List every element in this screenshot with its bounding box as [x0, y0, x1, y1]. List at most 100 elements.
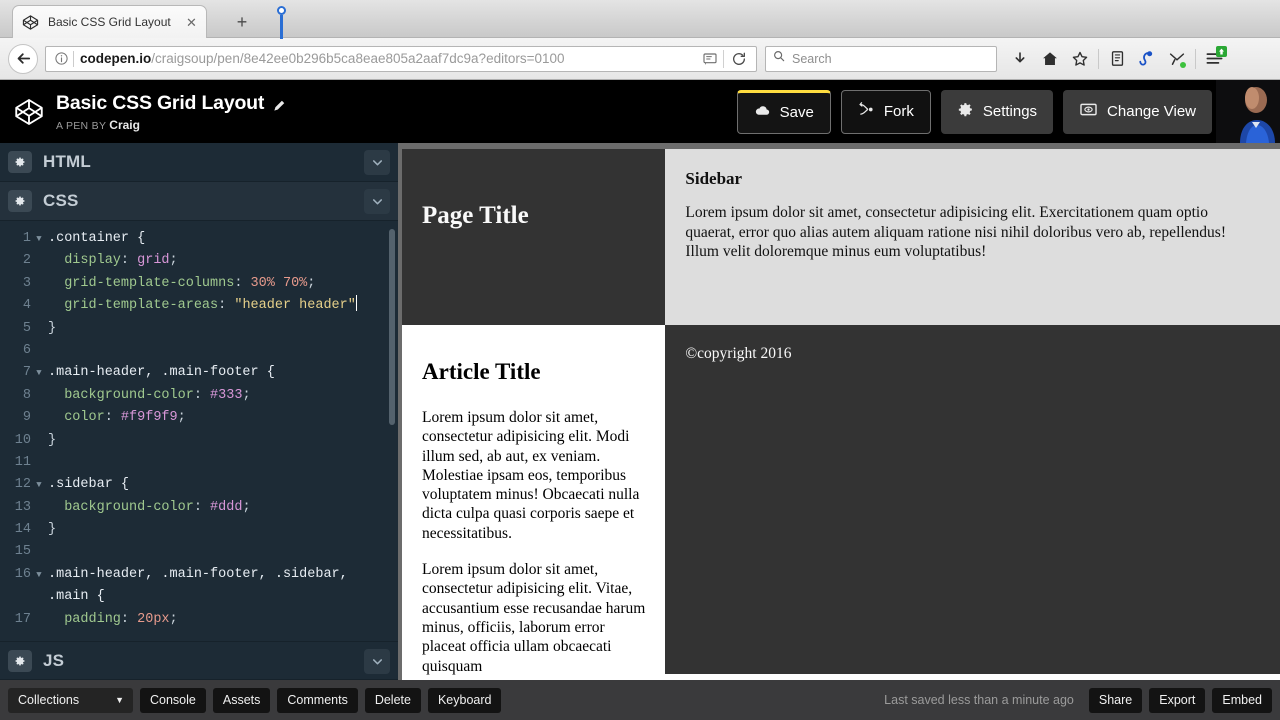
cloud-icon [754, 102, 771, 123]
settings-button[interactable]: Settings [940, 89, 1054, 134]
gear-icon[interactable] [8, 151, 32, 173]
preview-pane[interactable]: Page Title Sidebar Lorem ipsum dolor sit… [400, 143, 1280, 680]
keyboard-button[interactable]: Keyboard [427, 687, 502, 713]
css-code-editor[interactable]: 1 ▼ .container {2 display: grid; 3 grid-tem… [0, 221, 398, 641]
gear-icon[interactable] [8, 649, 32, 672]
code-line[interactable]: 10} [0, 430, 398, 452]
close-icon[interactable]: ✕ [183, 14, 200, 31]
code-line[interactable]: 5} [0, 318, 398, 340]
line-number: 1 [22, 231, 31, 246]
reload-icon[interactable] [726, 51, 752, 67]
code-text: } [48, 320, 57, 336]
line-number: 2 [22, 253, 31, 269]
code-line[interactable]: 12 ▼ .sidebar { [0, 474, 398, 496]
code-line[interactable]: 9 color: #f9f9f9; [0, 407, 398, 429]
code-line[interactable]: 15 [0, 541, 398, 563]
code-lines[interactable]: 1 ▼ .container {2 display: grid; 3 grid-tem… [0, 221, 398, 641]
delete-button[interactable]: Delete [364, 687, 421, 713]
pencil-icon[interactable] [272, 96, 286, 111]
browser-tab[interactable]: Basic CSS Grid Layout ✕ [12, 5, 207, 38]
code-line[interactable]: 6 [0, 340, 398, 362]
avatar[interactable] [1216, 80, 1280, 143]
chevron-down-icon[interactable] [364, 649, 390, 674]
code-text: } [48, 522, 57, 538]
fold-triangle-icon[interactable]: ▼ [33, 564, 45, 586]
export-button[interactable]: Export [1149, 687, 1206, 713]
gear-icon[interactable] [8, 190, 32, 212]
line-number: 9 [22, 410, 31, 426]
pocket-icon[interactable] [1162, 44, 1192, 74]
info-circle-icon[interactable] [50, 51, 72, 66]
code-line[interactable]: 8 background-color: #333; [0, 385, 398, 407]
line-number: 16 [14, 566, 31, 582]
code-line[interactable]: 11 [0, 452, 398, 474]
line-number [0, 586, 33, 608]
code-line[interactable]: 7 ▼ .main-header, .main-footer { [0, 362, 398, 384]
code-line[interactable]: 14} [0, 519, 398, 541]
editor-header-js[interactable]: JS [0, 641, 398, 680]
back-arrow-icon[interactable] [8, 43, 38, 74]
change-view-button[interactable]: Change View [1063, 89, 1212, 134]
reader-view-icon[interactable] [699, 51, 721, 67]
code-text: grid-template-areas: "header header" [45, 295, 398, 317]
fork-button[interactable]: Fork [840, 89, 931, 134]
preview-sidebar-title: Sidebar [685, 169, 743, 188]
code-text: .container { [48, 231, 146, 246]
editor-header-css[interactable]: CSS [0, 182, 398, 221]
code-text: background-color: #333; [64, 387, 251, 403]
console-button[interactable]: Console [140, 687, 206, 713]
code-line[interactable]: .main { [0, 586, 398, 608]
url-bar[interactable]: codepen.io/craigsoup/pen/8e42ee0b296b5ca… [45, 45, 757, 72]
library-icon[interactable] [1102, 44, 1132, 74]
editor-scrollbar[interactable] [389, 229, 395, 425]
sync-icon[interactable] [1132, 44, 1162, 74]
collections-dropdown[interactable]: Collections ▼ [8, 687, 133, 713]
fold-triangle-icon[interactable]: ▼ [33, 228, 45, 250]
code-text: .main { [48, 589, 105, 605]
browser-navbar: codepen.io/craigsoup/pen/8e42ee0b296b5ca… [0, 38, 1280, 80]
editor-header-html[interactable]: HTML [0, 143, 398, 182]
code-line[interactable]: 17 padding: 20px; [0, 609, 398, 631]
preview-article-paragraph-2: Lorem ipsum dolor sit amet, consectetur … [422, 561, 646, 675]
home-icon[interactable] [1035, 44, 1065, 74]
url-text[interactable]: codepen.io/craigsoup/pen/8e42ee0b296b5ca… [80, 51, 699, 66]
line-number: 12 [14, 477, 31, 493]
code-line[interactable]: 1 ▼ .container { [0, 228, 398, 250]
downloads-icon[interactable] [1005, 44, 1035, 74]
preview-copyright: ©copyright 2016 [685, 345, 792, 362]
fold-triangle-icon[interactable]: ▼ [33, 474, 45, 496]
assets-button[interactable]: Assets [212, 687, 271, 713]
chevron-down-icon[interactable] [364, 150, 390, 175]
gear-icon [957, 101, 974, 122]
fold-triangle-icon[interactable]: ▼ [33, 362, 45, 384]
bookmark-star-icon[interactable] [1065, 44, 1095, 74]
url-path: /craigsoup/pen/8e42ee0b296b5ca8eae805a2a… [151, 51, 565, 66]
embed-button[interactable]: Embed [1212, 687, 1272, 713]
comments-button[interactable]: Comments [277, 687, 358, 713]
screen-icon [1079, 100, 1098, 123]
hamburger-menu-icon[interactable] [1199, 44, 1229, 74]
chevron-down-icon[interactable] [364, 189, 390, 214]
tab-drop-indicator [276, 6, 286, 40]
share-button[interactable]: Share [1088, 687, 1143, 713]
search-input[interactable]: Search [765, 45, 997, 72]
browser-toolbar-icons [1005, 44, 1229, 74]
code-line[interactable]: 3 grid-template-columns: 30% 70%; [0, 273, 398, 295]
new-tab-button[interactable]: + [228, 9, 256, 35]
code-line[interactable]: 13 background-color: #ddd; [0, 497, 398, 519]
browser-tabstrip: Basic CSS Grid Layout ✕ + [0, 0, 1280, 40]
codepen-logo-icon[interactable] [14, 97, 44, 127]
line-number: 4 [22, 298, 31, 314]
search-placeholder: Search [792, 51, 832, 66]
line-number: 13 [14, 499, 31, 515]
code-line[interactable]: 16 ▼ .main-header, .main-footer, .sidebar, [0, 564, 398, 586]
line-number: 10 [14, 432, 31, 448]
preview-iframe[interactable]: Page Title Sidebar Lorem ipsum dolor sit… [402, 149, 1280, 680]
code-line[interactable]: 4 grid-template-areas: "header header" [0, 295, 398, 317]
code-line[interactable]: 2 display: grid; [0, 250, 398, 272]
save-button[interactable]: Save [736, 89, 831, 134]
